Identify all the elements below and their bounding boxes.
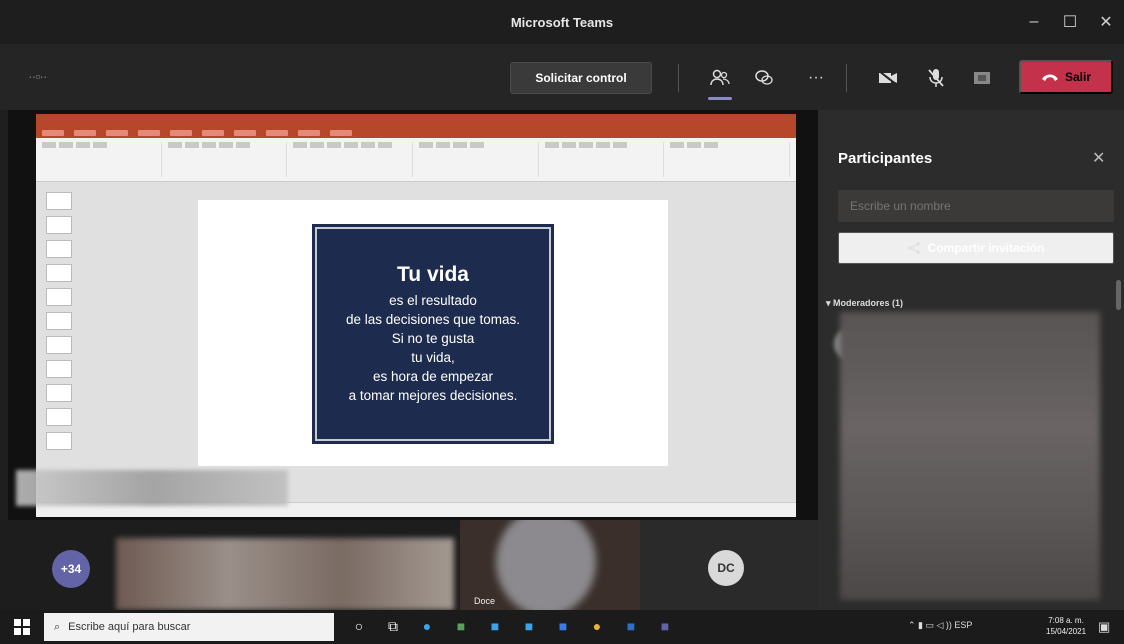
taskbar-apps: ○ ⧉ ● ■ ■ ■ ■ ● ■ ■: [348, 615, 676, 637]
store-icon[interactable]: ■: [484, 615, 506, 637]
chrome-icon[interactable]: ●: [586, 615, 608, 637]
ppt-ribbon: [36, 138, 796, 182]
meeting-toolbar: ··▫·· Solicitar control ··· Salir: [0, 44, 1124, 110]
outlook-icon[interactable]: ■: [620, 615, 642, 637]
quote-line: tu vida,: [411, 350, 455, 365]
ppt-ribbon-tabs: [36, 128, 796, 138]
taskbar-search-placeholder: Escribe aquí para buscar: [68, 621, 191, 633]
system-tray[interactable]: ⌃ ▮ ▭ ◁ )) ESP: [908, 620, 972, 631]
chevron-down-icon: ▾: [826, 298, 834, 308]
leave-label: Salir: [1064, 70, 1091, 84]
video-tile: DC: [640, 520, 818, 610]
participants-panel: Participantes ✕ Compartir invitación ▾ M…: [818, 110, 1124, 610]
language-indicator: ESP: [954, 620, 973, 630]
close-button[interactable]: ✕: [1088, 12, 1124, 32]
chat-icon[interactable]: [748, 62, 780, 94]
minimize-button[interactable]: –: [1016, 13, 1052, 31]
quote-line: a tomar mejores decisiones.: [348, 388, 518, 403]
leave-button[interactable]: Salir: [1019, 60, 1113, 94]
video-tile-blurred: [116, 538, 454, 610]
blurred-caption: [16, 470, 288, 506]
hang-up-icon: [1041, 74, 1058, 81]
cortana-icon[interactable]: ○: [348, 615, 370, 637]
maximize-button[interactable]: ☐: [1052, 12, 1088, 32]
title-bar: Microsoft Teams – ☐ ✕: [0, 0, 1124, 44]
quote-title: Tu vida: [397, 263, 469, 286]
mail-icon[interactable]: ■: [518, 615, 540, 637]
taskbar: ⌕ Escribe aquí para buscar ○ ⧉ ● ■ ■ ■ ■…: [0, 610, 1124, 644]
app-icon[interactable]: ■: [450, 615, 472, 637]
toolbar-divider: [846, 64, 847, 92]
share-invite-label: Compartir invitación: [927, 241, 1045, 255]
quote-box: Tu vida es el resultado de las decisione…: [312, 224, 554, 444]
clock-time: 7:08 a. m.: [1048, 616, 1084, 625]
taskbar-search[interactable]: ⌕ Escribe aquí para buscar: [44, 613, 334, 641]
blurred-face: [496, 520, 596, 610]
windows-start-icon[interactable]: [14, 619, 30, 635]
powerpoint-window: Tu vida es el resultado de las decisione…: [36, 114, 796, 517]
mic-off-icon[interactable]: [920, 62, 952, 94]
participant-search-input[interactable]: [838, 190, 1114, 222]
moderators-label: Moderadores (1): [833, 298, 904, 308]
share-tray-icon[interactable]: [966, 62, 998, 94]
taskbar-clock[interactable]: 7:08 a. m. 15/04/2021: [1046, 615, 1086, 637]
avatar: DC: [708, 550, 744, 586]
ppt-title-bar: [36, 114, 796, 128]
quote-line: es el resultado: [389, 293, 477, 308]
drag-handle-icon[interactable]: ··▫··: [28, 68, 48, 84]
task-view-icon[interactable]: ⧉: [382, 615, 404, 637]
search-icon: ⌕: [54, 620, 61, 633]
quote-line: Si no te gusta: [391, 331, 475, 346]
video-strip: +34 Doce DC: [0, 520, 818, 610]
teams-window: Microsoft Teams – ☐ ✕ ··▫·· Solicitar co…: [0, 0, 1124, 644]
panel-title: Participantes: [838, 150, 933, 167]
current-slide: Tu vida es el resultado de las decisione…: [198, 200, 668, 466]
quote-line: es hora de empezar: [372, 369, 494, 384]
ppt-editor: Tu vida es el resultado de las decisione…: [36, 182, 796, 502]
share-icon: [908, 242, 920, 254]
shared-screen: Tu vida es el resultado de las decisione…: [8, 110, 818, 520]
slide-thumbnails: [40, 192, 76, 492]
request-control-button[interactable]: Solicitar control: [510, 62, 652, 94]
moderators-header[interactable]: ▾ Moderadores (1): [826, 298, 903, 309]
video-off-icon[interactable]: [872, 62, 904, 94]
overflow-participants-badge[interactable]: +34: [52, 550, 90, 588]
video-tile: Doce: [460, 520, 640, 610]
edge-icon[interactable]: ●: [416, 615, 438, 637]
window-title: Microsoft Teams: [510, 14, 614, 30]
participant-list-blurred: [840, 312, 1100, 600]
clock-date: 15/04/2021: [1046, 627, 1087, 636]
video-participant-name: Doce: [474, 596, 496, 606]
toolbar-divider: [678, 64, 679, 92]
close-panel-icon[interactable]: ✕: [1092, 148, 1105, 168]
notifications-icon[interactable]: ▣: [1098, 619, 1110, 635]
people-icon[interactable]: [704, 62, 736, 100]
app-icon[interactable]: ■: [552, 615, 574, 637]
quote-line: de las decisiones que tomas.: [345, 312, 521, 327]
window-controls: – ☐ ✕: [1016, 0, 1124, 44]
teams-icon[interactable]: ■: [654, 615, 676, 637]
share-invite-button[interactable]: Compartir invitación: [838, 232, 1114, 264]
more-options-icon[interactable]: ···: [800, 62, 832, 94]
panel-scrollbar[interactable]: [1116, 280, 1121, 310]
